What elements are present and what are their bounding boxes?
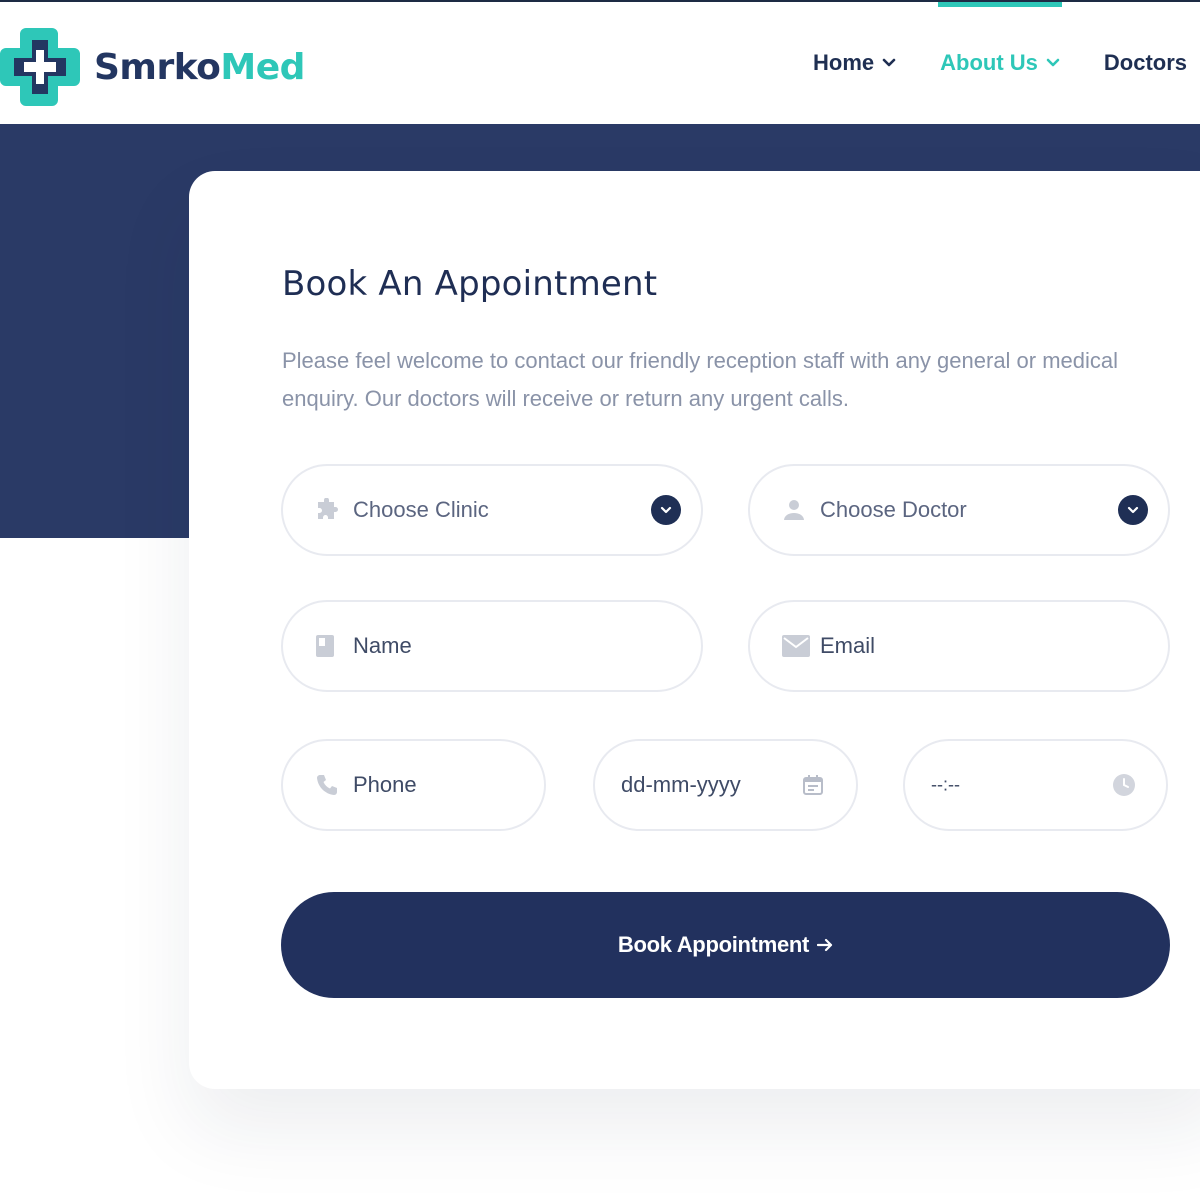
nav-doctors[interactable]: Doctors xyxy=(1104,2,1187,124)
name-field-placeholder: Name xyxy=(353,633,412,658)
book-appointment-button-label: Book Appointment xyxy=(617,932,810,957)
chevron-down-icon xyxy=(1118,495,1148,525)
nav-home[interactable]: Home xyxy=(813,2,896,124)
clinic-select-toggle[interactable] xyxy=(651,495,681,525)
name-field[interactable]: Name xyxy=(281,600,703,692)
site-header: SmrkoMed Home About Us Doctors xyxy=(0,0,1200,124)
chevron-down-icon xyxy=(1046,58,1060,68)
brand-name: SmrkoMed xyxy=(94,47,305,88)
clock-icon[interactable] xyxy=(1112,773,1136,797)
appointment-description: Please feel welcome to contact our frien… xyxy=(282,348,1119,411)
phone-field-placeholder: Phone xyxy=(353,772,417,797)
id-card-icon xyxy=(315,634,335,658)
nav-doctors-label: Doctors xyxy=(1103,50,1188,75)
time-field-placeholder: --:-- xyxy=(931,774,960,795)
logo-link[interactable]: SmrkoMed xyxy=(0,28,305,106)
user-icon xyxy=(782,498,806,522)
nav-home-label: Home xyxy=(813,50,875,75)
medical-cross-logo-icon xyxy=(0,28,80,106)
chevron-down-icon xyxy=(651,495,681,525)
doctor-select[interactable]: Choose Doctor xyxy=(748,464,1170,556)
chevron-down-icon xyxy=(882,58,896,68)
date-field[interactable]: dd-mm-yyyy xyxy=(593,739,858,831)
envelope-icon xyxy=(782,635,810,657)
phone-field[interactable]: Phone xyxy=(281,739,546,831)
main-nav: Home About Us Doctors xyxy=(800,2,1187,124)
book-appointment-button[interactable]: Book Appointment xyxy=(281,892,1170,998)
phone-icon xyxy=(315,773,339,797)
nav-about-us[interactable]: About Us xyxy=(938,2,1062,124)
brand-name-part-2: Med xyxy=(220,46,305,88)
calendar-icon[interactable] xyxy=(802,774,824,796)
puzzle-icon xyxy=(315,498,339,522)
doctor-select-toggle[interactable] xyxy=(1118,495,1148,525)
brand-name-part-1: Smrko xyxy=(94,46,221,88)
appointment-title: Book An Appointment xyxy=(282,264,658,304)
email-field[interactable]: Email xyxy=(748,600,1170,692)
date-field-placeholder: dd-mm-yyyy xyxy=(621,772,741,797)
clinic-select-placeholder: Choose Clinic xyxy=(353,497,489,522)
doctor-select-placeholder: Choose Doctor xyxy=(820,497,967,522)
clinic-select[interactable]: Choose Clinic xyxy=(281,464,703,556)
email-field-placeholder: Email xyxy=(820,633,876,658)
time-field[interactable]: --:-- xyxy=(903,739,1168,831)
arrow-right-icon xyxy=(817,938,833,952)
nav-about-us-label: About Us xyxy=(940,50,1038,75)
